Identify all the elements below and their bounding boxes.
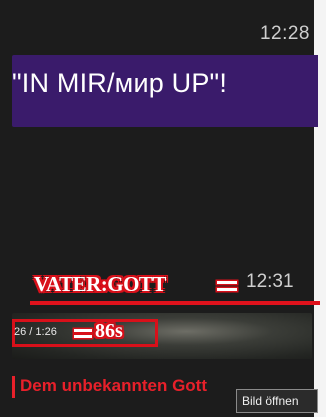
annotation-row: VATER:GOTT 12:31 (34, 270, 314, 300)
equals-sign-icon (74, 329, 92, 338)
message-text: "IN MIR/мир UP"! (12, 68, 228, 98)
message-timestamp: 12:31 (246, 271, 294, 292)
open-image-tooltip: Bild öffnen (236, 389, 318, 413)
annotation-underline (30, 301, 320, 305)
video-caption[interactable]: Dem unbekannten Gott (12, 376, 207, 396)
video-duration: 26 / 1:26 (14, 326, 57, 338)
annotation-label: VATER:GOTT (34, 272, 166, 296)
message-timestamp: 12:28 (259, 23, 310, 44)
video-seconds-label: 86s (95, 320, 123, 342)
equals-sign-icon (217, 281, 237, 291)
